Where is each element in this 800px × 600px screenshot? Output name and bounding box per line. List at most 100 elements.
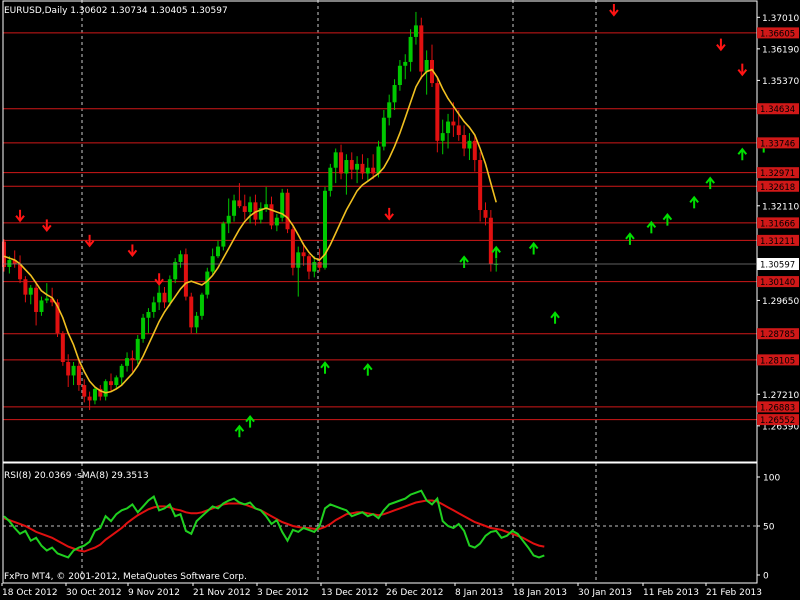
date-tick-label: 26 Dec 2012 bbox=[386, 588, 444, 598]
rsi-tick-label: 50 bbox=[763, 523, 775, 533]
candle-body bbox=[424, 60, 429, 72]
candle-body bbox=[419, 25, 424, 72]
candle-body bbox=[333, 152, 338, 168]
candle-body bbox=[456, 125, 461, 136]
date-tick-label: 21 Feb 2013 bbox=[706, 588, 762, 598]
date-tick-label: 11 Feb 2013 bbox=[643, 588, 699, 598]
date-tick-label: 8 Jan 2013 bbox=[455, 588, 503, 598]
candle-body bbox=[408, 36, 413, 62]
candle-body bbox=[157, 292, 162, 303]
candle-body bbox=[87, 396, 92, 401]
candle-body bbox=[34, 287, 39, 312]
level-price-label: 1.28105 bbox=[760, 356, 795, 366]
candle-body bbox=[60, 333, 65, 362]
candle-body bbox=[237, 200, 242, 207]
candle-body bbox=[451, 121, 456, 126]
date-tick-label: 30 Oct 2012 bbox=[66, 588, 122, 598]
candle-body bbox=[226, 215, 231, 224]
price-tick-label: 1.29650 bbox=[762, 297, 799, 307]
level-price-label: 1.32618 bbox=[760, 183, 795, 193]
candle-body bbox=[141, 317, 146, 339]
candle-body bbox=[109, 381, 113, 386]
date-tick-label: 3 Dec 2012 bbox=[257, 588, 309, 598]
candle-body bbox=[44, 298, 49, 301]
candle-body bbox=[317, 261, 322, 268]
price-tick-label: 1.32110 bbox=[762, 202, 799, 212]
candle-body bbox=[146, 311, 151, 318]
copyright-text: FxPro MT4, © 2001-2012, MetaQuotes Softw… bbox=[4, 572, 247, 582]
candle-body bbox=[71, 365, 76, 376]
candle-body bbox=[199, 294, 204, 316]
candle-body bbox=[194, 315, 199, 328]
candle-body bbox=[221, 223, 226, 247]
candle-body bbox=[242, 206, 247, 212]
candle-body bbox=[290, 229, 295, 268]
candle-body bbox=[371, 167, 376, 174]
candle-body bbox=[376, 146, 381, 174]
candle-body bbox=[296, 252, 301, 268]
chart-title: EURUSD,Daily 1.30602 1.30734 1.30405 1.3… bbox=[4, 6, 228, 16]
chart-window[interactable]: 1.370101.361901.353701.329301.321101.296… bbox=[0, 0, 800, 600]
candle-body bbox=[183, 254, 188, 297]
candle-body bbox=[173, 261, 178, 280]
date-tick-label: 18 Oct 2012 bbox=[2, 588, 58, 598]
price-tick-label: 1.36190 bbox=[762, 45, 799, 55]
candle-body bbox=[274, 217, 279, 226]
date-tick-label: 30 Jan 2013 bbox=[578, 588, 632, 598]
candle-body bbox=[167, 279, 172, 303]
candle-body bbox=[7, 260, 12, 267]
date-tick-label: 18 Jan 2013 bbox=[513, 588, 567, 598]
candle-body bbox=[285, 192, 290, 230]
candle-body bbox=[403, 61, 408, 66]
candle-body bbox=[103, 381, 108, 397]
level-price-label: 1.26883 bbox=[760, 403, 795, 413]
price-tick-label: 1.27210 bbox=[762, 391, 799, 401]
candle-body bbox=[360, 163, 365, 174]
candle-body bbox=[114, 377, 119, 386]
date-tick-label: 9 Nov 2012 bbox=[128, 588, 180, 598]
candle-body bbox=[82, 385, 87, 397]
candle-body bbox=[119, 365, 124, 378]
level-price-label: 1.36605 bbox=[760, 29, 795, 39]
date-tick-label: 21 Nov 2012 bbox=[193, 588, 251, 598]
candle-body bbox=[248, 202, 253, 212]
date-tick-label: 13 Dec 2012 bbox=[321, 588, 379, 598]
rsi-tick-label: 100 bbox=[763, 474, 780, 484]
last-price-label: 1.30597 bbox=[760, 261, 795, 271]
candle-body bbox=[381, 117, 386, 147]
candle-body bbox=[162, 292, 167, 303]
candle-body bbox=[349, 160, 354, 170]
level-price-label: 1.34634 bbox=[760, 105, 795, 115]
level-price-label: 1.26552 bbox=[760, 416, 795, 426]
candle-body bbox=[312, 261, 317, 272]
candle-body bbox=[23, 279, 28, 295]
candle-body bbox=[92, 388, 97, 401]
candle-body bbox=[232, 200, 237, 216]
candle-body bbox=[301, 252, 306, 257]
level-price-label: 1.33746 bbox=[760, 139, 795, 149]
candle-body bbox=[446, 121, 451, 134]
candle-body bbox=[440, 133, 445, 141]
candle-body bbox=[365, 167, 370, 174]
candle-body bbox=[66, 361, 71, 376]
candle-body bbox=[413, 25, 418, 37]
candle-body bbox=[151, 302, 156, 312]
level-price-label: 1.28785 bbox=[760, 330, 795, 340]
candle-body bbox=[478, 160, 483, 211]
candle-body bbox=[39, 300, 44, 312]
candle-body bbox=[125, 358, 130, 366]
candle-body bbox=[344, 160, 349, 174]
candle-body bbox=[462, 135, 467, 149]
candle-body bbox=[387, 102, 392, 118]
candle-body bbox=[28, 287, 33, 295]
candle-body bbox=[189, 296, 194, 328]
level-price-label: 1.32971 bbox=[760, 169, 795, 179]
level-price-label: 1.30140 bbox=[760, 278, 795, 288]
candle-body bbox=[328, 167, 333, 191]
candle-body bbox=[76, 365, 81, 386]
candle-body bbox=[483, 210, 488, 218]
candle-body bbox=[135, 338, 140, 361]
candle-body bbox=[467, 140, 472, 149]
candle-body bbox=[355, 163, 360, 170]
rsi-tick-label: 0 bbox=[763, 572, 769, 582]
